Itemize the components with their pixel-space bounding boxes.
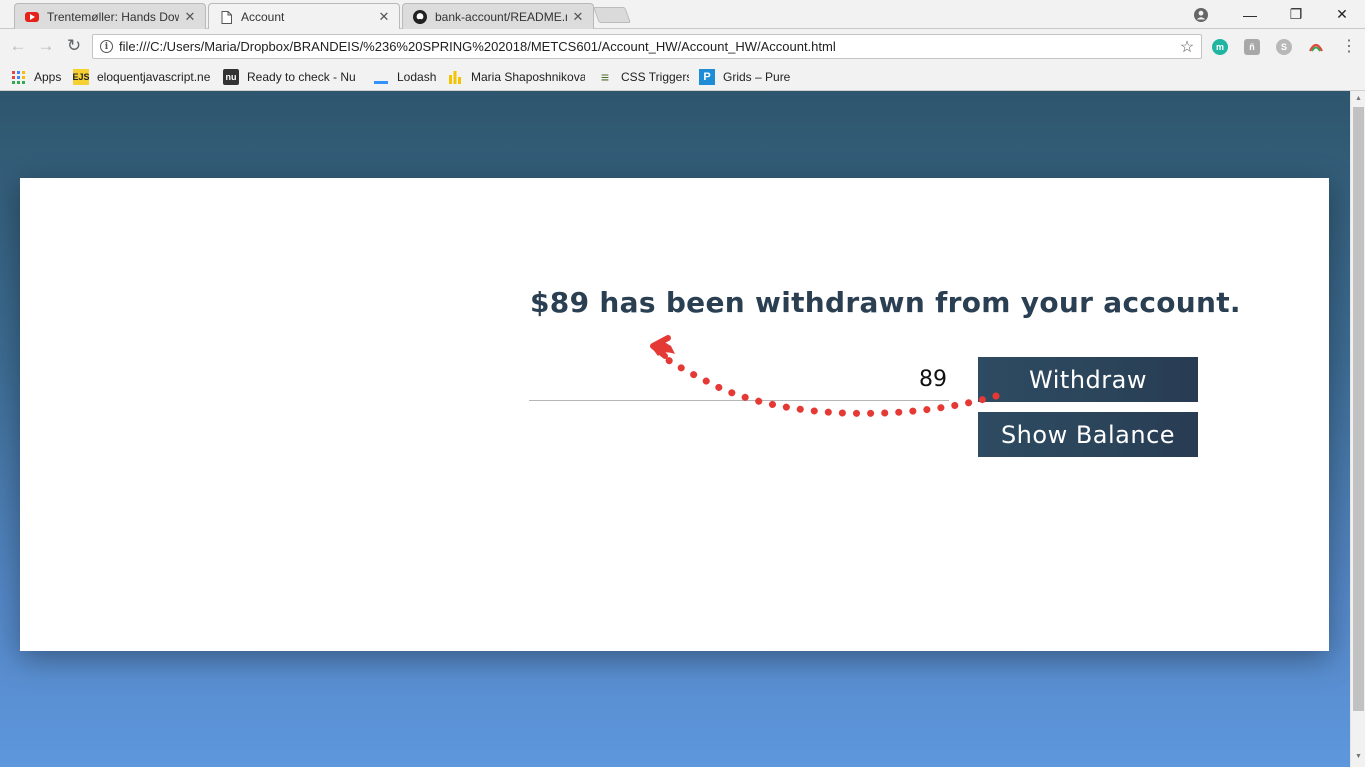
close-tab-icon[interactable]: ✕ <box>377 9 391 25</box>
pure-icon: P <box>699 69 715 85</box>
tab-github-readme[interactable]: bank-account/README.m ✕ <box>402 3 594 29</box>
new-tab-button[interactable] <box>593 7 631 23</box>
tab-strip: Trentemøller: Hands Dow ✕ Account ✕ bank… <box>0 0 1365 30</box>
browser-toolbar: ← → ↻ i file:///C:/Users/Maria/Dropbox/B… <box>0 29 1365 63</box>
withdrawal-message: $89 has been withdrawn from your account… <box>530 286 1241 319</box>
profile-icon[interactable] <box>1178 0 1224 29</box>
document-icon <box>219 10 233 24</box>
skype-extension-icon[interactable]: S <box>1276 39 1292 55</box>
restore-button[interactable]: ❐ <box>1273 0 1319 29</box>
bookmark-maria[interactable]: Maria Shaposhnikova <box>447 68 585 86</box>
youtube-icon <box>25 10 39 24</box>
info-icon[interactable]: i <box>100 40 113 53</box>
bookmark-apps[interactable]: Apps <box>10 68 65 86</box>
close-tab-icon[interactable]: ✕ <box>183 9 197 25</box>
arc-extension-icon[interactable] <box>1308 39 1324 55</box>
nu-icon: nu <box>223 69 239 85</box>
bookmarks-bar: Apps EJS eloquentjavascript.ne nu Ready … <box>0 63 1365 91</box>
tab-youtube[interactable]: Trentemøller: Hands Dow ✕ <box>14 3 206 29</box>
forward-button[interactable]: → <box>35 35 57 57</box>
apps-grid-icon <box>10 69 26 85</box>
reload-button[interactable]: ↻ <box>63 35 85 57</box>
bookmark-star-icon[interactable]: ☆ <box>1177 37 1197 57</box>
withdraw-button[interactable]: Withdraw <box>978 357 1198 402</box>
bookmark-lodash[interactable]: Lodash <box>373 68 439 86</box>
tab-title: Account <box>241 10 285 24</box>
m-extension-icon[interactable]: m <box>1212 39 1228 55</box>
github-icon <box>413 9 427 24</box>
tab-account[interactable]: Account ✕ <box>208 3 400 30</box>
show-balance-button[interactable]: Show Balance <box>978 412 1198 457</box>
menu-kebab-icon[interactable]: ⋮ <box>1338 35 1360 57</box>
tab-title: bank-account/README.m <box>435 9 567 24</box>
bookmark-nu[interactable]: nu Ready to check - Nu L <box>223 68 359 86</box>
annotation-arrowhead-stroke <box>650 335 671 359</box>
scroll-down-icon[interactable]: ▼ <box>1354 753 1363 763</box>
minimize-button[interactable]: — <box>1227 0 1273 29</box>
bookmark-eloquentjavascript[interactable]: EJS eloquentjavascript.ne <box>73 68 210 86</box>
tab-title: Trentemøller: Hands Dow <box>47 9 179 24</box>
bookmark-css-triggers[interactable]: ≡ CSS Triggers <box>597 68 689 86</box>
ejs-icon: EJS <box>73 69 90 85</box>
back-button[interactable]: ← <box>7 35 29 57</box>
page-scrollbar[interactable]: ▲ ▼ <box>1350 91 1365 767</box>
css-triggers-icon: ≡ <box>600 69 610 85</box>
bars-icon <box>447 69 463 85</box>
bookmark-grids-pure[interactable]: P Grids – Pure <box>699 68 791 86</box>
page-viewport: $89 has been withdrawn from your account… <box>0 91 1350 767</box>
account-card: $89 has been withdrawn from your account… <box>20 178 1329 651</box>
annotation-arrowhead-icon <box>652 340 675 356</box>
lodash-icon <box>373 69 389 85</box>
close-window-button[interactable]: ✕ <box>1319 0 1365 29</box>
puzzle-extension-icon[interactable]: ñ <box>1244 39 1260 55</box>
amount-input[interactable] <box>529 359 949 401</box>
url-text[interactable]: file:///C:/Users/Maria/Dropbox/BRANDEIS/… <box>119 39 1177 54</box>
scroll-thumb[interactable] <box>1353 107 1364 711</box>
close-tab-icon[interactable]: ✕ <box>571 9 585 25</box>
address-bar[interactable]: i file:///C:/Users/Maria/Dropbox/BRANDEI… <box>92 34 1202 59</box>
scroll-up-icon[interactable]: ▲ <box>1354 95 1363 105</box>
